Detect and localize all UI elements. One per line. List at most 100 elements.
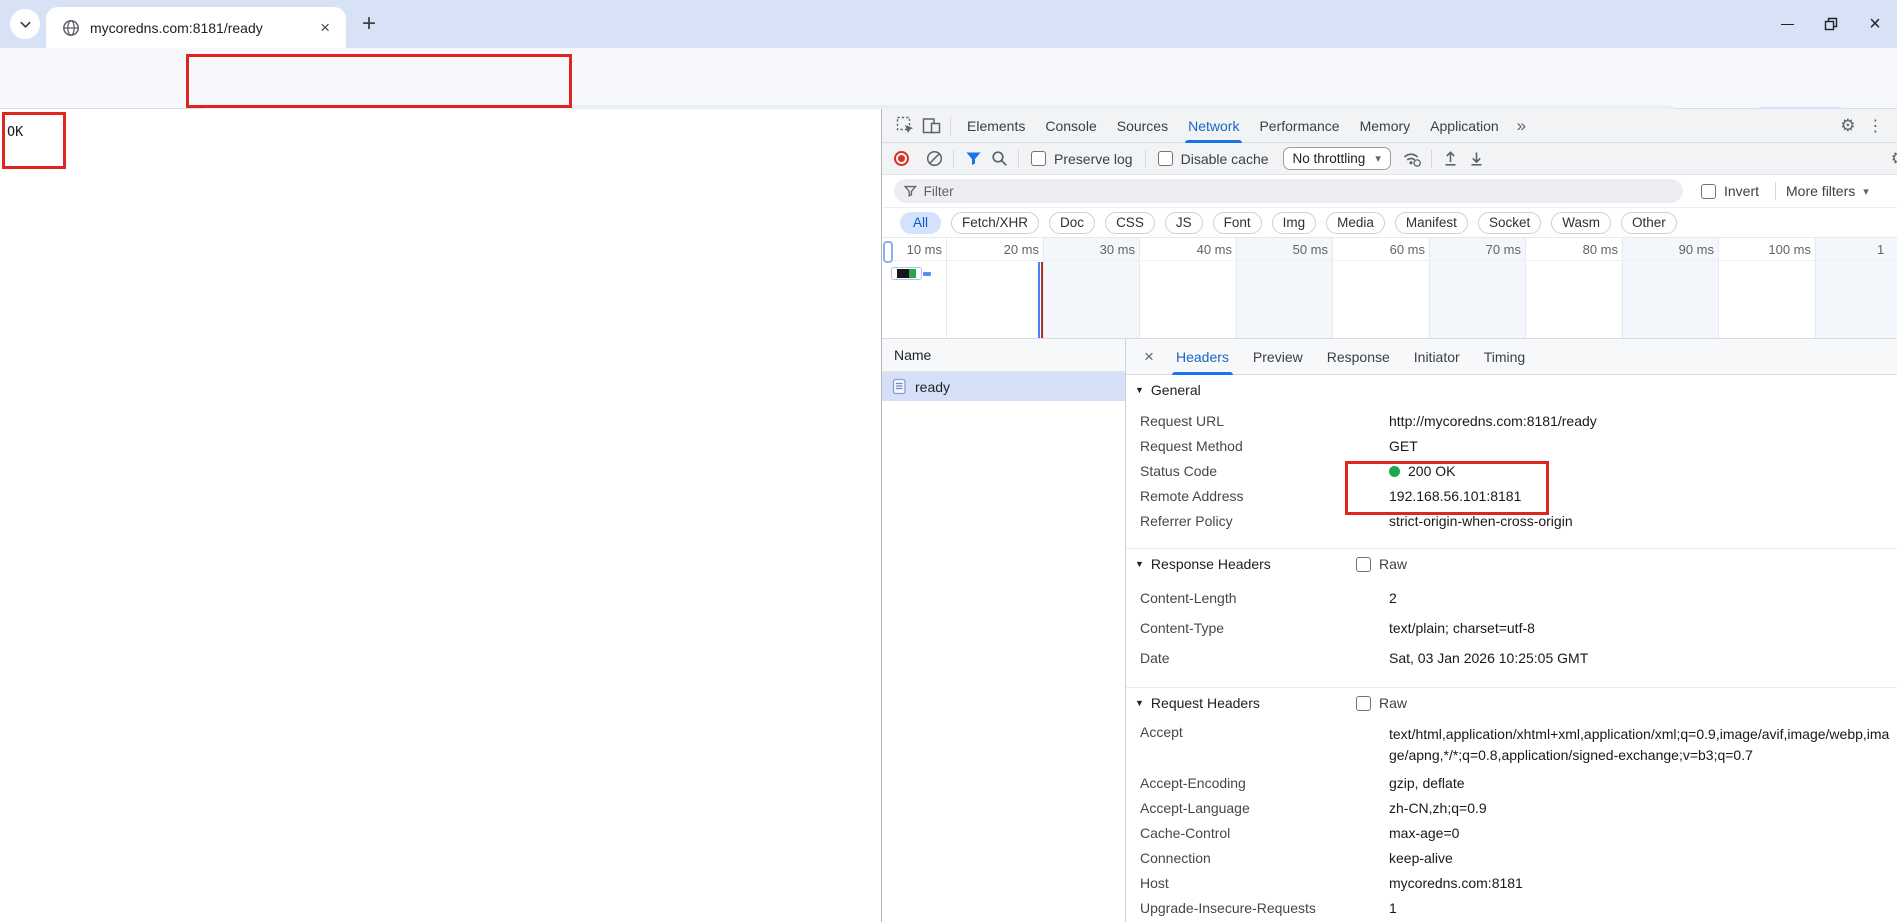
invert-checkbox[interactable]: [1701, 184, 1716, 199]
network-overview-timeline[interactable]: 10 ms 20 ms 30 ms 40 ms 50 ms 60 ms 70 m…: [882, 238, 1897, 339]
header-value: GET: [1389, 434, 1897, 459]
section-title: General: [1151, 382, 1201, 398]
tab-elements[interactable]: Elements: [957, 109, 1035, 143]
details-tab-headers[interactable]: Headers: [1164, 339, 1241, 375]
tab-performance[interactable]: Performance: [1249, 109, 1349, 143]
browser-tab[interactable]: mycoredns.com:8181/ready ×: [46, 7, 346, 48]
filter-toggle-button[interactable]: [960, 146, 986, 172]
tab-application[interactable]: Application: [1420, 109, 1509, 143]
header-name: Content-Length: [1140, 583, 1389, 613]
tab-sources[interactable]: Sources: [1107, 109, 1178, 143]
waterfall-bar[interactable]: [891, 267, 922, 280]
section-general[interactable]: ▼ General: [1126, 379, 1897, 401]
waterfall-tail: [923, 272, 931, 276]
filter-field[interactable]: [894, 179, 1683, 203]
throttling-select[interactable]: No throttling ▾: [1283, 147, 1391, 170]
restore-button[interactable]: [1809, 0, 1853, 48]
tab-memory[interactable]: Memory: [1350, 109, 1421, 143]
import-har-button[interactable]: [1438, 146, 1464, 172]
throttling-value: No throttling: [1293, 151, 1366, 166]
invert-label[interactable]: Invert: [1724, 183, 1759, 199]
chip-manifest[interactable]: Manifest: [1395, 212, 1468, 234]
tick-label-partial: 1: [1877, 242, 1884, 257]
new-tab-button[interactable]: +: [352, 8, 386, 40]
divider: [1145, 150, 1146, 168]
disclosure-triangle-icon: ▼: [1135, 385, 1144, 395]
gridline: [1815, 238, 1816, 338]
inspect-element-button[interactable]: [892, 113, 918, 139]
section-request-headers[interactable]: ▼ Request Headers Raw: [1126, 692, 1897, 714]
tab-search-button[interactable]: [10, 9, 40, 39]
close-details-icon[interactable]: ×: [1134, 347, 1164, 367]
filter-input[interactable]: [924, 184, 1673, 199]
tick-label: 90 ms: [1658, 242, 1714, 257]
chip-wasm[interactable]: Wasm: [1551, 212, 1611, 234]
settings-gear-icon[interactable]: ⚙: [1840, 116, 1855, 136]
disable-cache-label[interactable]: Disable cache: [1181, 151, 1269, 167]
devtools-menu-icon[interactable]: ⋮: [1859, 116, 1891, 136]
divider: [1018, 150, 1019, 168]
tab-network[interactable]: Network: [1178, 109, 1249, 143]
chip-fetch-xhr[interactable]: Fetch/XHR: [951, 212, 1039, 234]
header-name: Cache-Control: [1140, 821, 1389, 846]
details-tab-initiator[interactable]: Initiator: [1402, 339, 1472, 375]
close-window-button[interactable]: ×: [1853, 0, 1897, 48]
chip-other[interactable]: Other: [1621, 212, 1677, 234]
header-value: 2: [1389, 583, 1897, 613]
details-tab-preview[interactable]: Preview: [1241, 339, 1315, 375]
raw-checkbox[interactable]: [1356, 557, 1371, 572]
tick-label: 50 ms: [1272, 242, 1328, 257]
chip-all[interactable]: All: [900, 212, 941, 234]
overview-drag-handle[interactable]: [883, 241, 893, 263]
request-header-rows: Accept-Encoding gzip, deflate Accept-Lan…: [1126, 771, 1897, 921]
chip-doc[interactable]: Doc: [1049, 212, 1095, 234]
raw-checkbox[interactable]: [1356, 696, 1371, 711]
header-row: Date Sat, 03 Jan 2026 10:25:05 GMT: [1126, 643, 1897, 673]
more-filters-button[interactable]: More filters ▾: [1786, 183, 1869, 199]
header-row: Accept-Language zh-CN,zh;q=0.9: [1126, 796, 1897, 821]
chip-font[interactable]: Font: [1213, 212, 1262, 234]
header-name: Status Code: [1140, 459, 1389, 484]
record-button[interactable]: [894, 151, 909, 166]
raw-label[interactable]: Raw: [1379, 556, 1407, 572]
clear-button[interactable]: [921, 146, 947, 172]
raw-label[interactable]: Raw: [1379, 695, 1407, 711]
close-icon: ×: [1869, 13, 1881, 36]
disable-cache-checkbox[interactable]: [1158, 151, 1173, 166]
chip-js[interactable]: JS: [1165, 212, 1203, 234]
preserve-log-checkbox[interactable]: [1031, 151, 1046, 166]
chip-css[interactable]: CSS: [1105, 212, 1155, 234]
search-button[interactable]: [986, 146, 1012, 172]
wifi-throttle-icon: [1402, 150, 1422, 167]
chip-socket[interactable]: Socket: [1478, 212, 1541, 234]
device-toolbar-button[interactable]: [918, 113, 944, 139]
preserve-log-label[interactable]: Preserve log: [1054, 151, 1133, 167]
load-event-line: [1041, 262, 1043, 338]
browser-toolbar: ⚠ 不安全 mycoredns.com:8181/ready ☆ 验证身份 ⋮: [0, 48, 1897, 109]
gridline: [1139, 238, 1140, 338]
minimize-button[interactable]: [1765, 0, 1809, 48]
network-settings: ⚙: [1891, 149, 1897, 169]
details-tab-timing[interactable]: Timing: [1472, 339, 1538, 375]
tab-console[interactable]: Console: [1035, 109, 1106, 143]
gridline: [946, 238, 947, 338]
tick-label: 40 ms: [1176, 242, 1232, 257]
header-name: Request Method: [1140, 434, 1389, 459]
tab-close-icon[interactable]: ×: [316, 17, 334, 38]
chip-img[interactable]: Img: [1272, 212, 1317, 234]
section-response-headers[interactable]: ▼ Response Headers Raw: [1126, 553, 1897, 575]
header-row: Host mycoredns.com:8181: [1126, 871, 1897, 896]
details-tab-response[interactable]: Response: [1315, 339, 1402, 375]
header-value: text/plain; charset=utf-8: [1389, 613, 1897, 643]
window-controls: ×: [1765, 0, 1897, 48]
network-settings-gear-icon[interactable]: ⚙: [1891, 149, 1897, 169]
chip-media[interactable]: Media: [1326, 212, 1385, 234]
devtools-tabbar: Elements Console Sources Network Perform…: [882, 109, 1897, 143]
request-row-ready[interactable]: ready: [882, 372, 1125, 401]
export-har-button[interactable]: [1464, 146, 1490, 172]
name-column-header[interactable]: Name: [882, 339, 1125, 372]
network-conditions-button[interactable]: [1399, 146, 1425, 172]
more-tabs-button[interactable]: »: [1509, 116, 1534, 136]
requests-panel: Name ready: [882, 339, 1126, 922]
header-value: Sat, 03 Jan 2026 10:25:05 GMT: [1389, 643, 1897, 673]
